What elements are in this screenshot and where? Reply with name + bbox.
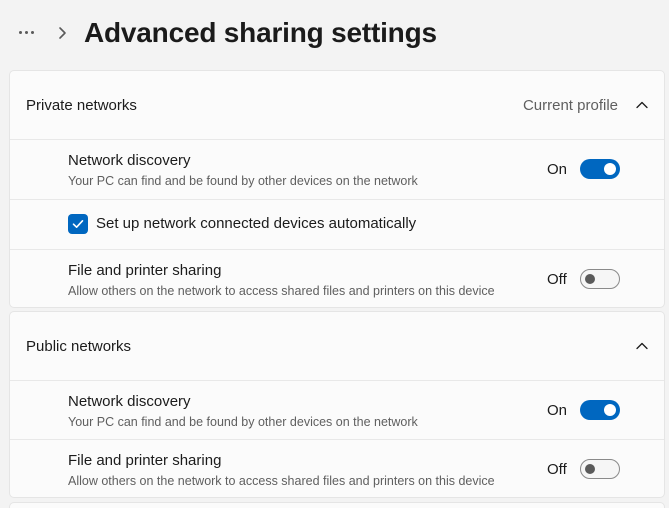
- public-networks-title: Public networks: [26, 338, 132, 355]
- public-networks-header[interactable]: Public networks: [10, 312, 664, 380]
- private-file-sharing-desc: Allow others on the network to access sh…: [68, 284, 495, 298]
- chevron-up-icon[interactable]: [634, 97, 650, 113]
- auto-setup-label[interactable]: Set up network connected devices automat…: [96, 215, 416, 232]
- public-network-discovery-title: Network discovery: [68, 393, 191, 410]
- private-network-discovery-title: Network discovery: [68, 152, 191, 169]
- public-network-discovery-row: Network discovery Your PC can find and b…: [10, 380, 664, 439]
- checkmark-icon: [72, 220, 84, 228]
- public-file-sharing-toggle[interactable]: [580, 459, 620, 479]
- private-network-discovery-toggle[interactable]: [580, 159, 620, 179]
- public-file-sharing-title: File and printer sharing: [68, 452, 222, 469]
- current-profile-badge: Current profile: [522, 97, 618, 114]
- public-file-sharing-desc: Allow others on the network to access sh…: [68, 474, 495, 488]
- public-network-discovery-state: On: [547, 402, 568, 419]
- breadcrumb-chevron-icon: [59, 27, 66, 39]
- private-file-sharing-title: File and printer sharing: [68, 262, 222, 279]
- private-network-discovery-row: Network discovery Your PC can find and b…: [10, 139, 664, 199]
- public-file-sharing-state: Off: [547, 461, 567, 478]
- private-file-sharing-row: File and printer sharing Allow others on…: [10, 249, 664, 307]
- page-title: Advanced sharing settings: [84, 17, 437, 48]
- private-networks-section: Private networks Current profile Network…: [9, 70, 665, 308]
- public-network-discovery-toggle[interactable]: [580, 400, 620, 420]
- more-icon[interactable]: [12, 22, 40, 42]
- page-header: Advanced sharing settings: [0, 0, 669, 66]
- private-file-sharing-state: Off: [547, 271, 567, 288]
- next-section-edge: [9, 502, 665, 508]
- private-networks-title: Private networks: [26, 97, 137, 114]
- private-network-discovery-state: On: [547, 161, 568, 178]
- auto-setup-checkbox[interactable]: [68, 214, 88, 234]
- public-network-discovery-desc: Your PC can find and be found by other d…: [68, 415, 418, 429]
- private-network-discovery-desc: Your PC can find and be found by other d…: [68, 174, 418, 188]
- private-auto-setup-row: Set up network connected devices automat…: [10, 199, 664, 249]
- public-networks-section: Public networks Network discovery Your P…: [9, 311, 665, 498]
- private-file-sharing-toggle[interactable]: [580, 269, 620, 289]
- private-networks-header[interactable]: Private networks Current profile: [10, 71, 664, 139]
- chevron-up-icon[interactable]: [634, 338, 650, 354]
- public-file-sharing-row: File and printer sharing Allow others on…: [10, 439, 664, 497]
